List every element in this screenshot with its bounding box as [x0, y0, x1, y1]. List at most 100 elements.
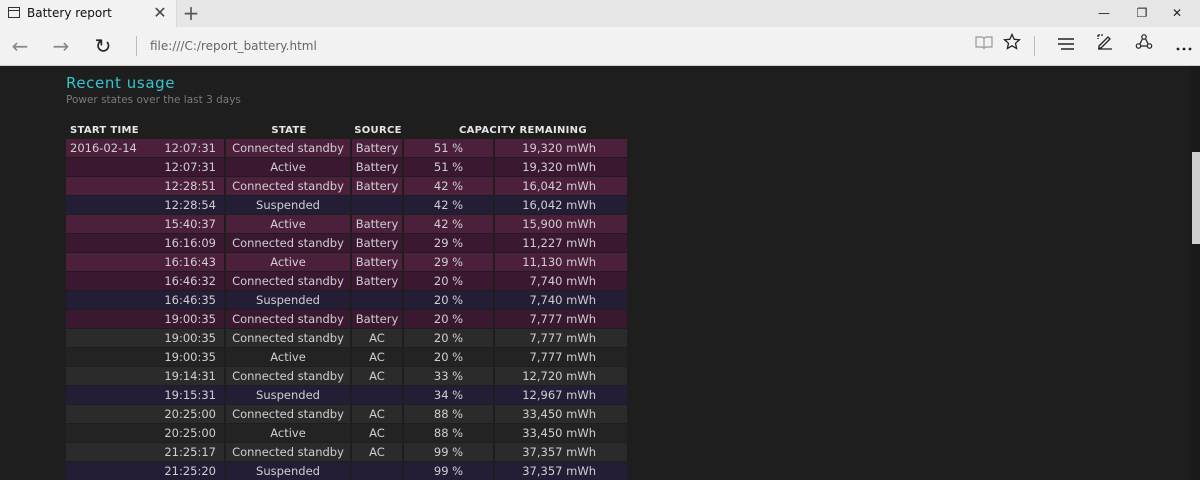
cell-state: Connected standby — [226, 405, 352, 423]
cell-source: Battery — [352, 177, 404, 195]
forward-icon[interactable]: → — [46, 33, 76, 59]
cell-start-time: 16:46:32 — [66, 272, 226, 290]
cell-state: Connected standby — [226, 310, 352, 328]
hub-icon[interactable] — [1052, 33, 1080, 59]
cell-source: AC — [352, 329, 404, 347]
table-row: 12:28:51 Connected standby Battery 42 % 16,0… — [66, 177, 627, 195]
cell-source: Battery — [352, 139, 404, 157]
scrollbar-track[interactable] — [1191, 66, 1200, 480]
table-row: 21:25:20 Suspended 99 % 37,357 mWh — [66, 462, 627, 480]
cell-time: 12:07:31 — [164, 160, 216, 174]
tab-close-icon[interactable]: ✕ — [151, 3, 169, 23]
table-row: 19:00:35 Connected standby AC 20 % 7,777 mWh — [66, 329, 627, 347]
cell-capacity-mwh: 7,777 mWh — [495, 329, 627, 347]
cell-capacity-percent: 34 % — [404, 386, 495, 404]
cell-capacity-percent: 20 % — [404, 291, 495, 309]
address-field[interactable]: file:///C:/report_battery.html — [150, 39, 317, 53]
cell-capacity-percent: 29 % — [404, 253, 495, 271]
cell-start-time: 16:16:09 — [66, 234, 226, 252]
navigation-bar: ← → ↻ file:///C:/report_battery.html — [0, 27, 1200, 66]
cell-time: 19:00:35 — [164, 312, 216, 326]
cell-state: Suspended — [226, 196, 352, 214]
page-content: Recent usage Power states over the last … — [0, 66, 1191, 480]
cell-source: Battery — [352, 215, 404, 233]
cell-source: AC — [352, 424, 404, 442]
toolbar-separator — [1034, 36, 1035, 56]
cell-mwh-value: 16,042 mWh — [522, 198, 596, 212]
cell-start-time: 2016-02-14 12:07:31 — [66, 139, 226, 157]
cell-time: 16:46:32 — [164, 274, 216, 288]
header-capacity: CAPACITY REMAINING — [459, 124, 587, 136]
cell-capacity-percent: 42 % — [404, 177, 495, 195]
cell-capacity-percent: 99 % — [404, 443, 495, 461]
cell-time: 19:15:31 — [164, 388, 216, 402]
cell-capacity-percent: 42 % — [404, 215, 495, 233]
table-row: 16:16:43 Active Battery 29 % 11,130 mWh — [66, 253, 627, 271]
cell-source: Battery — [352, 158, 404, 176]
favorites-star-icon[interactable] — [998, 32, 1026, 59]
refresh-icon[interactable]: ↻ — [88, 33, 118, 59]
tab-battery-report[interactable]: Battery report ✕ — [0, 0, 177, 27]
cell-time: 12:07:31 — [164, 141, 216, 155]
cell-start-time: 12:28:54 — [66, 196, 226, 214]
cell-time: 19:14:31 — [164, 369, 216, 383]
table-row: 2016-02-14 12:07:31 Connected standby Batte… — [66, 139, 627, 157]
cell-capacity-percent: 99 % — [404, 462, 495, 480]
table-row: 12:07:31 Active Battery 51 % 19,320 mWh — [66, 158, 627, 176]
cell-mwh-value: 11,130 mWh — [522, 255, 596, 269]
cell-capacity-mwh: 12,967 mWh — [495, 386, 627, 404]
cell-source: AC — [352, 367, 404, 385]
cell-time: 16:16:43 — [164, 255, 216, 269]
cell-state: Connected standby — [226, 234, 352, 252]
cell-capacity-percent: 88 % — [404, 405, 495, 423]
cell-mwh-value: 7,740 mWh — [529, 274, 596, 288]
share-icon[interactable] — [1130, 33, 1158, 59]
window-close-icon[interactable]: ✕ — [1154, 0, 1200, 27]
cell-source: Battery — [352, 234, 404, 252]
cell-start-time: 20:25:00 — [66, 424, 226, 442]
table-row: 16:46:32 Connected standby Battery 20 % 7,74… — [66, 272, 627, 290]
back-icon[interactable]: ← — [5, 33, 35, 59]
cell-capacity-mwh: 19,320 mWh — [495, 158, 627, 176]
cell-state: Active — [226, 215, 352, 233]
table-row: 19:00:35 Active AC 20 % 7,777 mWh — [66, 348, 627, 366]
cell-state: Connected standby — [226, 443, 352, 461]
cell-source — [352, 386, 404, 404]
section-title: Recent usage — [66, 74, 176, 92]
cell-time: 16:16:09 — [164, 236, 216, 250]
cell-source: Battery — [352, 253, 404, 271]
table-row: 15:40:37 Active Battery 42 % 15,900 mWh — [66, 215, 627, 233]
cell-date: 2016-02-14 — [70, 141, 137, 155]
cell-capacity-mwh: 15,900 mWh — [495, 215, 627, 233]
cell-state: Connected standby — [226, 367, 352, 385]
cell-capacity-percent: 20 % — [404, 310, 495, 328]
reading-view-icon[interactable] — [970, 33, 998, 59]
cell-mwh-value: 37,357 mWh — [522, 464, 596, 478]
cell-source: AC — [352, 443, 404, 461]
table-row: 16:46:35 Suspended 20 % 7,740 mWh — [66, 291, 627, 309]
cell-time: 20:25:00 — [164, 426, 216, 440]
more-icon[interactable] — [1170, 33, 1198, 59]
cell-capacity-percent: 51 % — [404, 158, 495, 176]
cell-capacity-mwh: 19,320 mWh — [495, 139, 627, 157]
cell-capacity-mwh: 7,777 mWh — [495, 310, 627, 328]
cell-start-time: 19:14:31 — [66, 367, 226, 385]
cell-source — [352, 462, 404, 480]
cell-state: Active — [226, 253, 352, 271]
cell-capacity-percent: 33 % — [404, 367, 495, 385]
address-separator — [136, 36, 137, 56]
scrollbar-thumb[interactable] — [1192, 152, 1200, 244]
table-row: 19:15:31 Suspended 34 % 12,967 mWh — [66, 386, 627, 404]
cell-time: 21:25:20 — [164, 464, 216, 478]
table-row: 16:16:09 Connected standby Battery 29 % 11,2… — [66, 234, 627, 252]
cell-capacity-mwh: 33,450 mWh — [495, 424, 627, 442]
cell-capacity-percent: 20 % — [404, 329, 495, 347]
cell-start-time: 19:00:35 — [66, 329, 226, 347]
cell-capacity-percent: 42 % — [404, 196, 495, 214]
page-icon — [8, 7, 20, 18]
cell-time: 12:28:54 — [164, 198, 216, 212]
cell-state: Suspended — [226, 291, 352, 309]
new-tab-icon[interactable]: + — [180, 2, 202, 24]
web-note-icon[interactable] — [1091, 33, 1119, 59]
cell-capacity-mwh: 7,740 mWh — [495, 272, 627, 290]
